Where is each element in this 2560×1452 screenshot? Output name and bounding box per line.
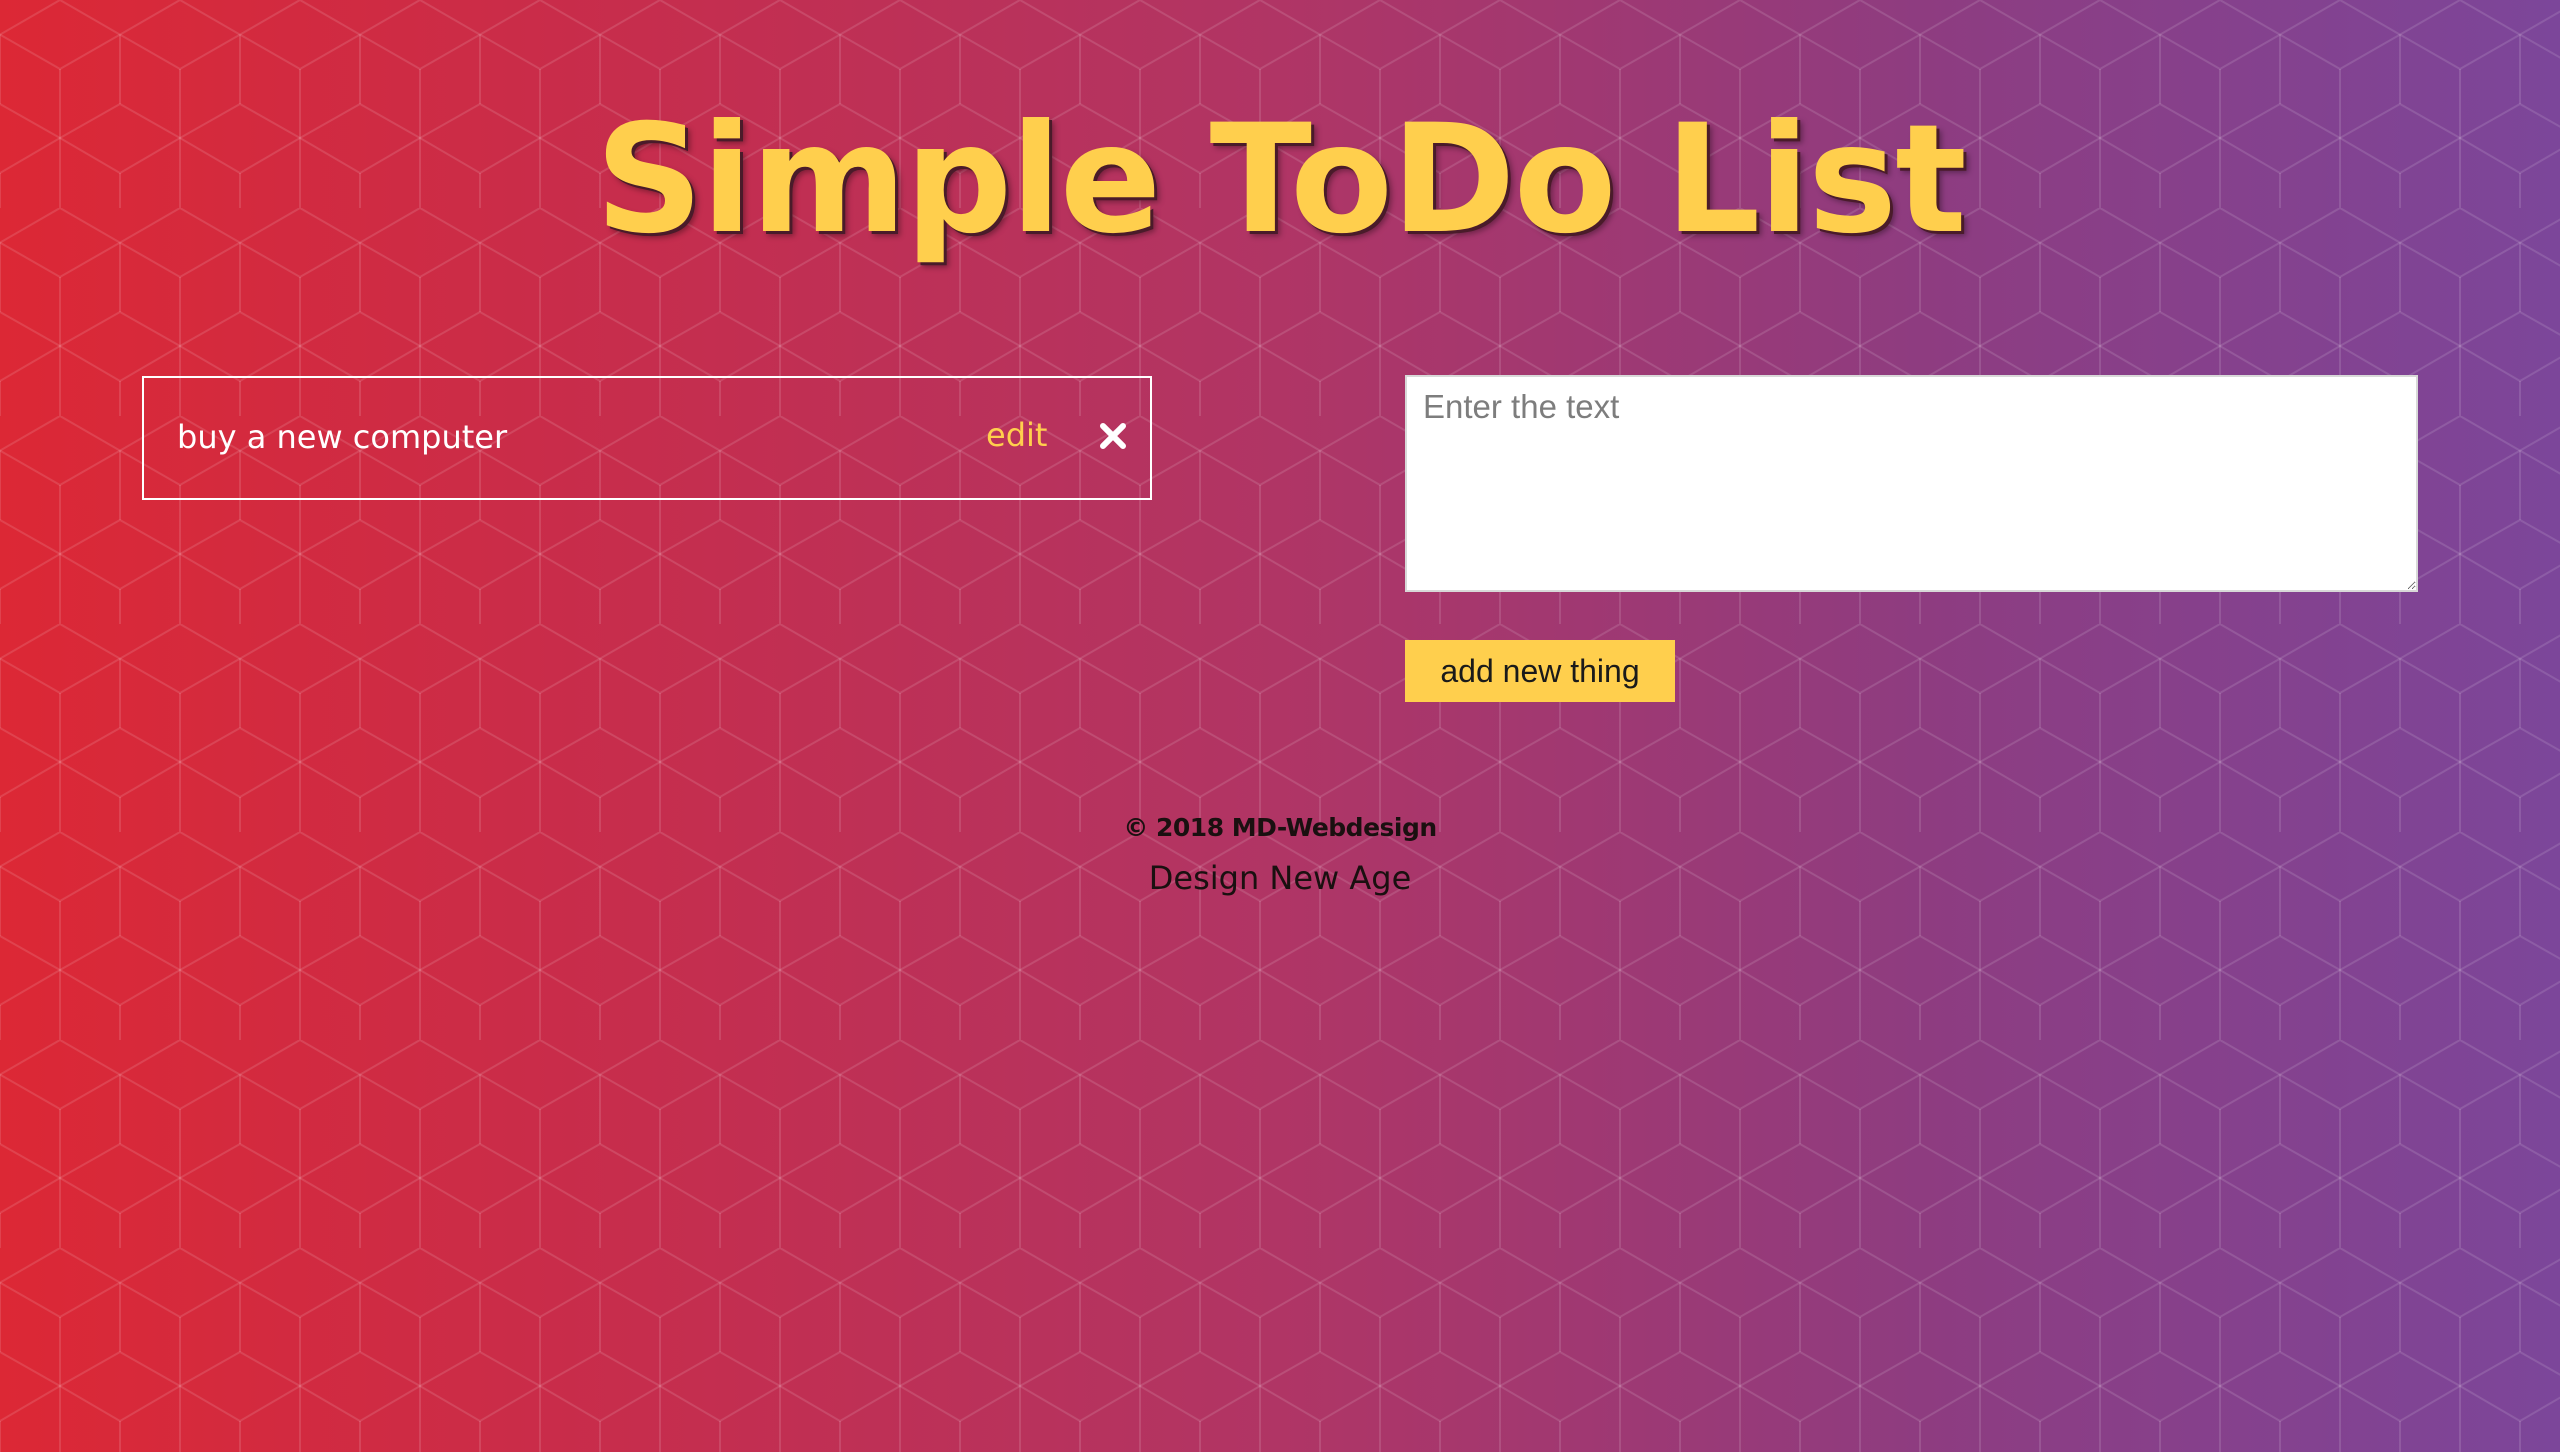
add-new-thing-button[interactable]: add new thing [1405,640,1675,702]
footer: © 2018 MD-Webdesign Design New Age [0,808,2560,898]
copyright-text: © 2018 MD-Webdesign [1123,813,1437,842]
todo-item-text: buy a new computer [177,418,508,456]
tagline-text: Design New Age [1148,859,1412,897]
page-title: Simple ToDo List [595,93,1967,267]
todo-text-input[interactable] [1405,375,2418,592]
close-icon[interactable] [1094,417,1132,455]
edit-button[interactable]: edit [986,412,1047,458]
todo-item: buy a new computer edit [142,376,1152,500]
